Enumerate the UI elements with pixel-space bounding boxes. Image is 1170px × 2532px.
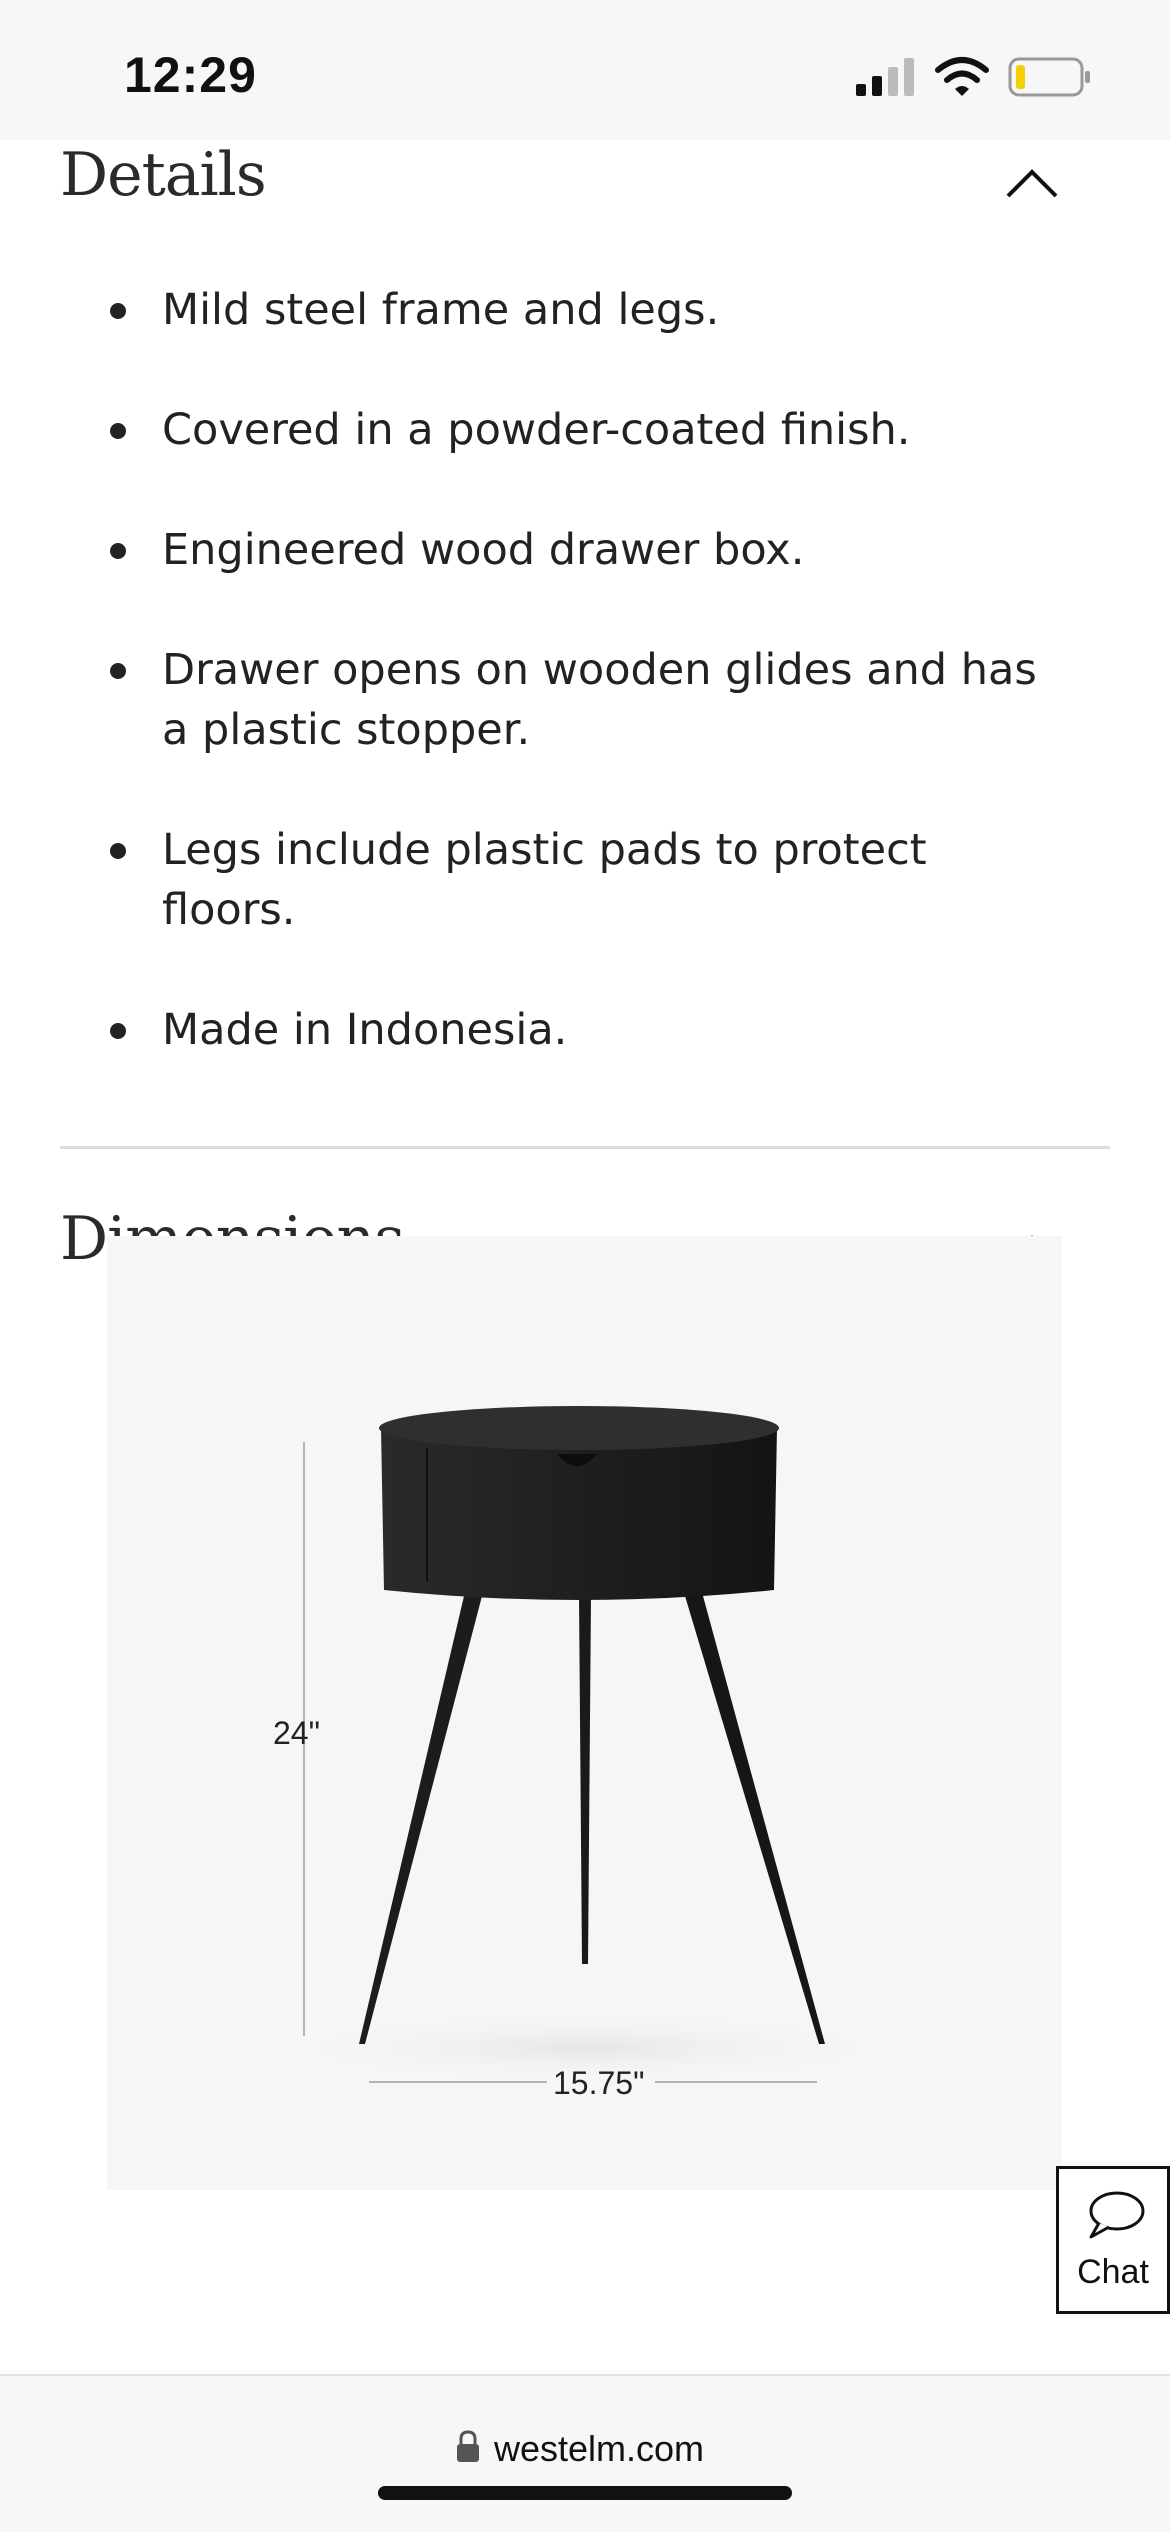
width-label: 15.75": [553, 2065, 644, 2101]
bullet-icon: [110, 663, 126, 679]
lock-icon: [457, 2430, 479, 2462]
side-table-drawing: 24" 15.75": [257, 1406, 917, 2101]
bullet-icon: [110, 423, 126, 439]
bullet-icon: [110, 843, 126, 859]
details-header[interactable]: Details: [60, 140, 1110, 240]
bullet-icon: [110, 543, 126, 559]
dimensions-image: 24" 15.75": [107, 1236, 1062, 2190]
chat-label: Chat: [1077, 2253, 1149, 2291]
list-item: Engineered wood drawer box.: [100, 520, 1060, 580]
browser-url-bar[interactable]: westelm.com: [0, 2374, 1170, 2532]
signal-icon: [856, 58, 914, 96]
battery-icon: [1008, 57, 1090, 97]
url-domain[interactable]: westelm.com: [494, 2428, 704, 2470]
list-item: Made in Indonesia.: [100, 1000, 1060, 1060]
chat-button[interactable]: Chat: [1056, 2166, 1170, 2314]
chat-bubble-icon: [1089, 2191, 1145, 2239]
home-indicator[interactable]: [378, 2486, 792, 2500]
list-item: Mild steel frame and legs.: [100, 280, 1060, 340]
list-item: Covered in a powder-coated finish.: [100, 400, 1060, 460]
status-time: 12:29: [124, 47, 257, 103]
bullet-icon: [110, 303, 126, 319]
list-item: Drawer opens on wooden glides and has a …: [100, 640, 1060, 760]
bullet-icon: [110, 1023, 126, 1039]
height-label: 24": [273, 1715, 320, 1751]
status-bar: 12:29: [0, 0, 1170, 140]
section-divider: [60, 1146, 1110, 1149]
details-title: Details: [60, 140, 267, 210]
wifi-icon: [935, 57, 989, 96]
details-list: Mild steel frame and legs. Covered in a …: [100, 280, 1060, 1120]
list-item: Legs include plastic pads to protect flo…: [100, 820, 1060, 940]
chevron-up-icon[interactable]: [1004, 166, 1060, 200]
